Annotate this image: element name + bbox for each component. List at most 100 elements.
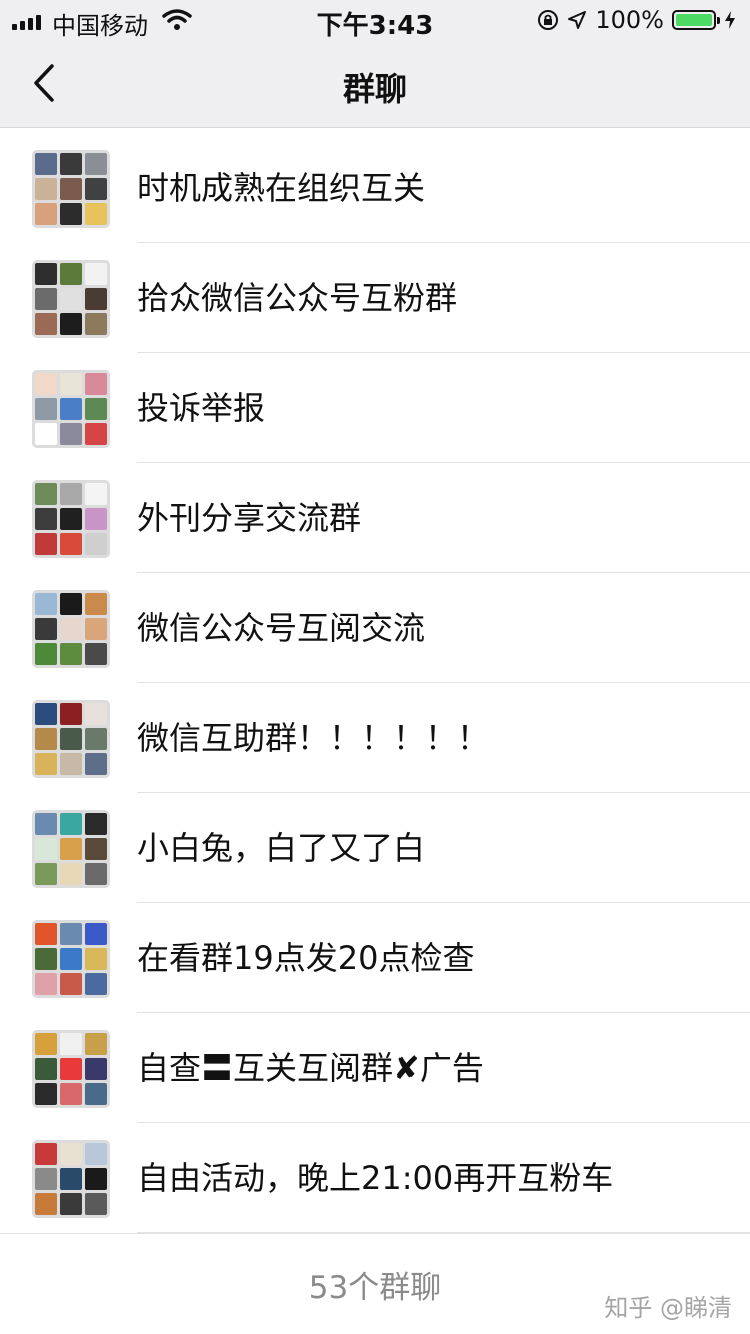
member-avatar-tile xyxy=(35,838,57,860)
location-icon xyxy=(568,11,587,29)
member-avatar-tile xyxy=(60,483,82,505)
status-right: 100% xyxy=(537,6,736,34)
group-name: 微信公众号互阅交流 xyxy=(137,609,426,647)
group-row[interactable]: 自由活动，晚上21:00再开互粉车 xyxy=(0,1123,750,1233)
member-avatar-tile xyxy=(85,973,107,995)
member-avatar-tile xyxy=(60,1143,82,1165)
member-avatar-tile xyxy=(35,973,57,995)
member-avatar-tile xyxy=(60,153,82,175)
group-name: 拾众微信公众号互粉群 xyxy=(137,279,458,317)
member-avatar-tile xyxy=(35,703,57,725)
member-avatar-tile xyxy=(85,813,107,835)
member-avatar-tile xyxy=(35,373,57,395)
member-avatar-tile xyxy=(85,373,107,395)
member-avatar-tile xyxy=(85,423,107,445)
group-row[interactable]: 微信公众号互阅交流 xyxy=(0,573,750,683)
member-avatar-tile xyxy=(85,863,107,885)
member-avatar-tile xyxy=(35,533,57,555)
group-row[interactable]: 在看群19点发20点检查 xyxy=(0,903,750,1013)
member-avatar-tile xyxy=(60,423,82,445)
member-avatar-tile xyxy=(60,643,82,665)
member-avatar-tile xyxy=(60,1083,82,1105)
member-avatar-tile xyxy=(60,1058,82,1080)
group-avatar xyxy=(32,370,110,448)
member-avatar-tile xyxy=(85,153,107,175)
member-avatar-tile xyxy=(85,533,107,555)
group-name: 投诉举报 xyxy=(137,389,266,427)
member-avatar-tile xyxy=(60,1168,82,1190)
member-avatar-tile xyxy=(60,948,82,970)
member-avatar-tile xyxy=(60,728,82,750)
group-avatar xyxy=(32,260,110,338)
member-avatar-tile xyxy=(35,398,57,420)
group-avatar xyxy=(32,920,110,998)
member-avatar-tile xyxy=(85,923,107,945)
member-avatar-tile xyxy=(35,178,57,200)
group-name: 时机成熟在组织互关 xyxy=(137,169,426,207)
group-row[interactable]: 投诉举报 xyxy=(0,353,750,463)
member-avatar-tile xyxy=(35,1033,57,1055)
member-avatar-tile xyxy=(85,508,107,530)
member-avatar-tile xyxy=(35,728,57,750)
member-avatar-tile xyxy=(35,948,57,970)
charging-icon xyxy=(725,11,735,29)
member-avatar-tile xyxy=(35,863,57,885)
member-avatar-tile xyxy=(35,1083,57,1105)
member-avatar-tile xyxy=(60,313,82,335)
member-avatar-tile xyxy=(35,483,57,505)
member-avatar-tile xyxy=(85,288,107,310)
member-avatar-tile xyxy=(85,1168,107,1190)
member-avatar-tile xyxy=(35,923,57,945)
member-avatar-tile xyxy=(60,753,82,775)
battery-level xyxy=(676,14,712,26)
member-avatar-tile xyxy=(35,263,57,285)
member-avatar-tile xyxy=(60,398,82,420)
member-avatar-tile xyxy=(35,813,57,835)
page-title: 群聊 xyxy=(342,70,407,108)
member-avatar-tile xyxy=(35,153,57,175)
member-avatar-tile xyxy=(60,263,82,285)
member-avatar-tile xyxy=(60,593,82,615)
navigation-bar: 群聊 xyxy=(0,40,750,128)
member-avatar-tile xyxy=(60,863,82,885)
orientation-lock-icon xyxy=(538,10,559,30)
member-avatar-tile xyxy=(60,703,82,725)
member-avatar-tile xyxy=(35,593,57,615)
member-avatar-tile xyxy=(60,618,82,640)
member-avatar-tile xyxy=(85,838,107,860)
member-avatar-tile xyxy=(60,1033,82,1055)
member-avatar-tile xyxy=(35,1193,57,1215)
group-row[interactable]: 时机成熟在组织互关 xyxy=(0,133,750,243)
member-avatar-tile xyxy=(35,288,57,310)
member-avatar-tile xyxy=(60,813,82,835)
group-row[interactable]: 小白兔，白了又了白 xyxy=(0,793,750,903)
member-avatar-tile xyxy=(60,508,82,530)
member-avatar-tile xyxy=(35,313,57,335)
group-row[interactable]: 自查〓互关互阅群✘广告 xyxy=(0,1013,750,1123)
member-avatar-tile xyxy=(85,1143,107,1165)
group-name: 在看群19点发20点检查 xyxy=(137,939,475,977)
member-avatar-tile xyxy=(85,1033,107,1055)
group-name: 小白兔，白了又了白 xyxy=(137,829,426,867)
member-avatar-tile xyxy=(60,923,82,945)
footer-divider xyxy=(0,1233,750,1234)
member-avatar-tile xyxy=(35,508,57,530)
member-avatar-tile xyxy=(35,753,57,775)
member-avatar-tile xyxy=(35,423,57,445)
group-avatar xyxy=(32,590,110,668)
member-avatar-tile xyxy=(85,728,107,750)
member-avatar-tile xyxy=(60,288,82,310)
member-avatar-tile xyxy=(60,373,82,395)
group-avatar xyxy=(32,1030,110,1108)
member-avatar-tile xyxy=(85,643,107,665)
battery-percent: 100% xyxy=(595,6,664,34)
member-avatar-tile xyxy=(35,643,57,665)
group-name: 外刊分享交流群 xyxy=(137,499,362,537)
group-row[interactable]: 拾众微信公众号互粉群 xyxy=(0,243,750,353)
member-avatar-tile xyxy=(60,178,82,200)
group-list: 时机成熟在组织互关 拾众微信公众号互粉群 投诉举报外刊分享交流群微信公众号互阅交流微… xyxy=(0,133,750,1233)
member-avatar-tile xyxy=(85,398,107,420)
group-row[interactable]: 微信互助群！！！！！！ xyxy=(0,683,750,793)
group-row[interactable]: 外刊分享交流群 xyxy=(0,463,750,573)
member-avatar-tile xyxy=(35,1143,57,1165)
